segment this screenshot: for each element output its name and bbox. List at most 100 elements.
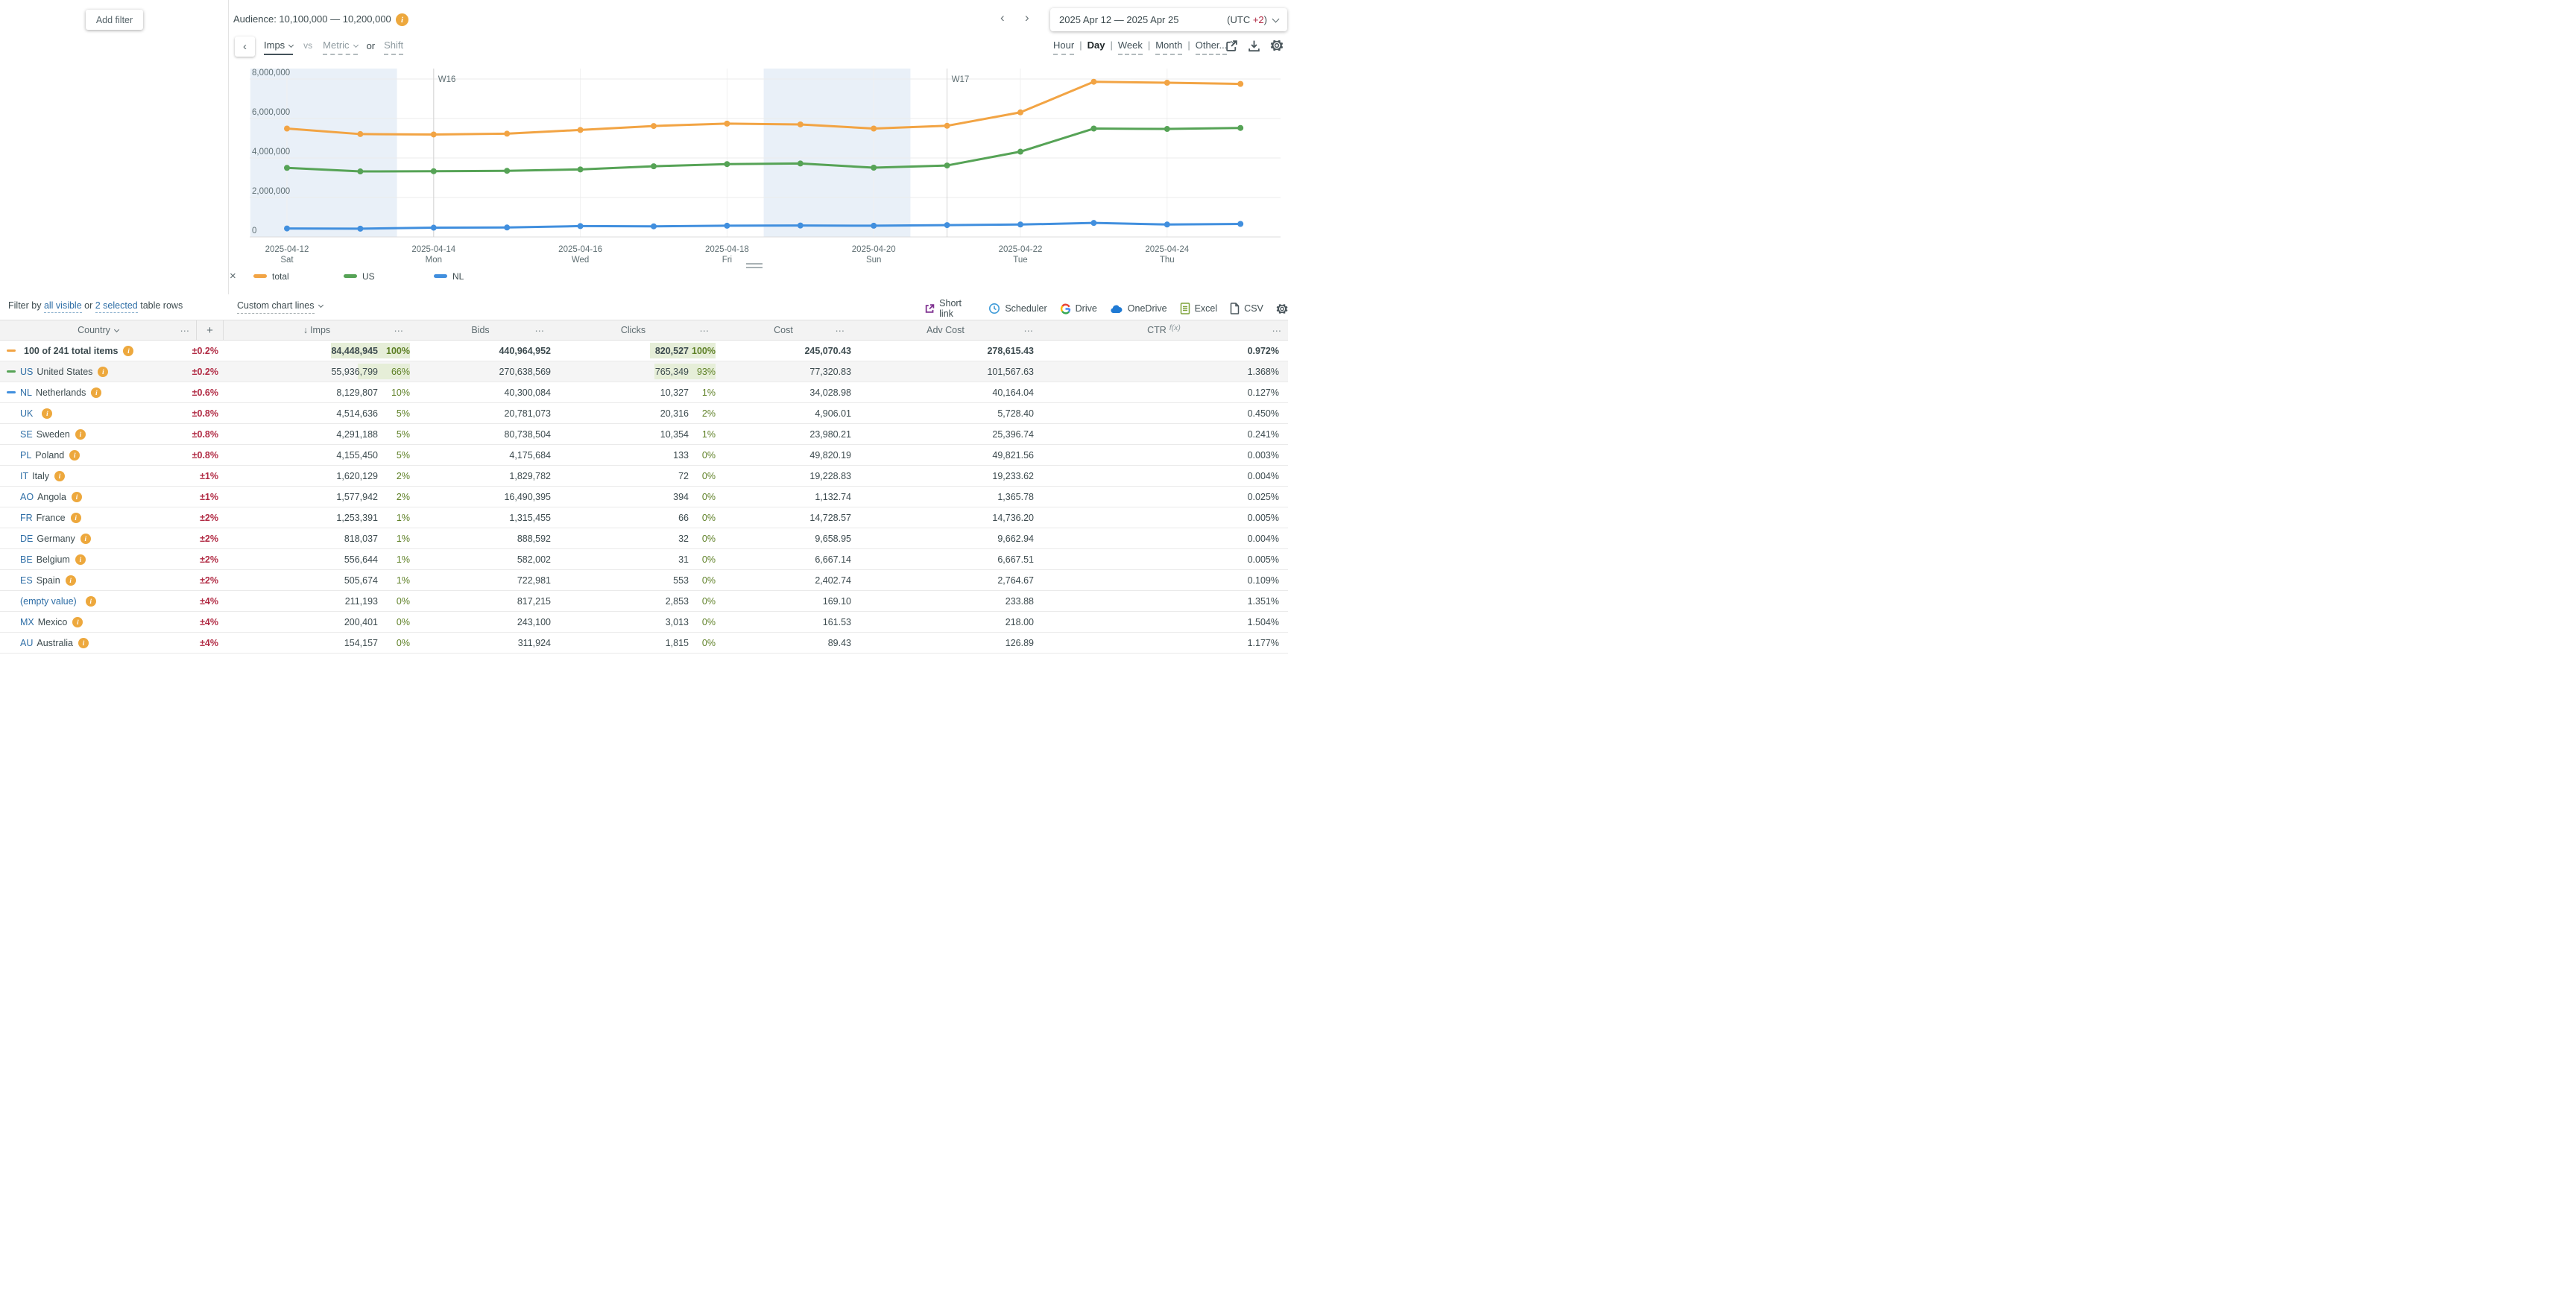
country-code-link[interactable]: MX <box>20 617 34 627</box>
csv-button[interactable]: CSV <box>1230 303 1263 314</box>
country-code-link[interactable]: US <box>20 367 33 377</box>
cost-value: 4,906.01 <box>815 408 851 419</box>
gear-icon[interactable] <box>1270 39 1284 52</box>
table-row[interactable]: US United States i ±0.2% 55,936,79966% 2… <box>0 361 1288 382</box>
open-in-new-icon[interactable] <box>1225 39 1238 52</box>
add-column-button[interactable]: + <box>196 320 224 340</box>
date-prev-button[interactable]: ‹ <box>1000 10 1005 25</box>
svg-text:Sun: Sun <box>866 256 881 265</box>
column-menu-icon[interactable]: ⋯ <box>700 325 710 336</box>
column-header-imps[interactable]: ↓ Imps ⋯ <box>224 320 410 340</box>
table-row[interactable]: AU Australia i ±4% 154,1570% 311,924 1,8… <box>0 633 1288 654</box>
info-icon[interactable]: i <box>98 367 108 377</box>
info-icon[interactable]: i <box>54 471 65 481</box>
filter-selected-link[interactable]: 2 selected <box>95 300 138 313</box>
country-code-link[interactable]: FR <box>20 513 33 523</box>
column-header-bids[interactable]: Bids ⋯ <box>410 320 551 340</box>
table-row[interactable]: NL Netherlands i ±0.6% 8,129,80710% 40,3… <box>0 382 1288 403</box>
country-code-link[interactable]: UK <box>20 408 33 419</box>
info-icon[interactable]: i <box>42 408 52 419</box>
country-code-link[interactable]: AU <box>20 638 33 648</box>
table-row[interactable]: AO Angola i ±1% 1,577,9422% 16,490,395 3… <box>0 487 1288 507</box>
granularity-week[interactable]: Week <box>1118 39 1143 55</box>
info-icon[interactable]: i <box>396 13 408 26</box>
granularity-day[interactable]: Day <box>1087 39 1105 54</box>
imps-value: 556,644 <box>344 554 378 565</box>
info-icon[interactable]: i <box>72 617 83 627</box>
country-code-link[interactable]: ES <box>20 575 33 586</box>
column-menu-icon[interactable]: ⋯ <box>394 325 405 336</box>
close-icon[interactable]: × <box>230 270 247 282</box>
country-code-link[interactable]: IT <box>20 471 28 481</box>
column-header-clicks[interactable]: Clicks ⋯ <box>551 320 716 340</box>
add-filter-button[interactable]: Add filter <box>86 10 143 30</box>
onedrive-button[interactable]: OneDrive <box>1110 303 1167 314</box>
table-row[interactable]: MX Mexico i ±4% 200,4010% 243,100 3,0130… <box>0 612 1288 633</box>
table-row[interactable]: SE Sweden i ±0.8% 4,291,1885% 80,738,504… <box>0 424 1288 445</box>
google-drive-button[interactable]: Drive <box>1060 303 1097 314</box>
table-row[interactable]: 100 of 241 total items i ±0.2% 84,448,94… <box>0 341 1288 361</box>
country-code-link[interactable]: AO <box>20 492 34 502</box>
table-row[interactable]: DE Germany i ±2% 818,0371% 888,592 320% … <box>0 528 1288 549</box>
adv-cost-value: 5,728.40 <box>997 408 1034 419</box>
table-settings-gear-icon[interactable] <box>1276 303 1288 315</box>
info-icon[interactable]: i <box>75 554 86 565</box>
info-icon[interactable]: i <box>123 346 133 356</box>
granularity-month[interactable]: Month <box>1155 39 1182 55</box>
svg-text:W17: W17 <box>952 75 970 84</box>
short-link-button[interactable]: Short link <box>924 298 976 319</box>
column-menu-icon[interactable]: ⋯ <box>535 325 546 336</box>
table-row[interactable]: FR France i ±2% 1,253,3911% 1,315,455 66… <box>0 507 1288 528</box>
column-menu-icon[interactable]: ⋯ <box>1272 325 1283 336</box>
secondary-metric-select[interactable]: Metric <box>323 39 357 55</box>
info-icon[interactable]: i <box>71 513 81 523</box>
granularity-other[interactable]: Other... <box>1196 39 1228 55</box>
country-code-link[interactable]: SE <box>20 429 33 440</box>
table-row[interactable]: IT Italy i ±1% 1,620,1292% 1,829,782 720… <box>0 466 1288 487</box>
chart-resize-handle[interactable] <box>746 263 763 270</box>
table-row[interactable]: BE Belgium i ±2% 556,6441% 582,002 310% … <box>0 549 1288 570</box>
granularity-hour[interactable]: Hour <box>1053 39 1074 55</box>
table-row[interactable]: UK i ±0.8% 4,514,6365% 20,781,073 20,316… <box>0 403 1288 424</box>
custom-chart-lines-select[interactable]: Custom chart lines <box>237 300 323 311</box>
column-menu-icon[interactable]: ⋯ <box>1024 325 1035 336</box>
country-code-link[interactable]: (empty value) <box>20 596 77 607</box>
column-header-adv-cost[interactable]: Adv Cost ⋯ <box>851 320 1040 340</box>
info-icon[interactable]: i <box>69 450 80 461</box>
column-header-ctr[interactable]: CTRf(x) ⋯ <box>1040 320 1288 340</box>
date-next-button[interactable]: › <box>1025 10 1029 25</box>
download-icon[interactable] <box>1248 39 1260 52</box>
table-row[interactable]: PL Poland i ±0.8% 4,155,4505% 4,175,684 … <box>0 445 1288 466</box>
country-code-link[interactable]: BE <box>20 554 33 565</box>
legend-item-NL[interactable]: NL <box>434 271 518 282</box>
date-range-picker[interactable]: 2025 Apr 12 — 2025 Apr 25 (UTC +2) <box>1050 8 1287 31</box>
bids-value: 80,738,504 <box>504 429 551 440</box>
timeseries-chart[interactable]: 02,000,0004,000,0006,000,0008,000,000W16… <box>228 60 1288 265</box>
filter-all-visible-link[interactable]: all visible <box>44 300 82 313</box>
shift-select[interactable]: Shift <box>384 39 403 55</box>
chevron-down-icon <box>318 303 323 308</box>
info-icon[interactable]: i <box>86 596 96 607</box>
country-code-link[interactable]: PL <box>20 450 31 461</box>
info-icon[interactable]: i <box>91 387 101 398</box>
table-row[interactable]: (empty value) i ±4% 211,1930% 817,215 2,… <box>0 591 1288 612</box>
info-icon[interactable]: i <box>80 534 91 544</box>
scheduler-button[interactable]: Scheduler <box>988 303 1046 314</box>
info-icon[interactable]: i <box>78 638 89 648</box>
column-header-cost[interactable]: Cost ⋯ <box>716 320 851 340</box>
legend-item-US[interactable]: US <box>344 271 428 282</box>
primary-metric-select[interactable]: Imps <box>264 39 293 55</box>
legend-item-total[interactable]: total <box>253 271 338 282</box>
chart-back-button[interactable]: ‹ <box>235 37 255 57</box>
info-icon[interactable]: i <box>75 429 86 440</box>
column-menu-icon[interactable]: ⋯ <box>836 325 846 336</box>
excel-button[interactable]: Excel <box>1180 303 1218 314</box>
table-row[interactable]: ES Spain i ±2% 505,6741% 722,981 5530% 2… <box>0 570 1288 591</box>
granularity-switch: Hour|Day|Week|Month|Other... <box>1053 39 1235 55</box>
info-icon[interactable]: i <box>66 575 76 586</box>
column-header-country[interactable]: Country ⋯ <box>0 320 196 340</box>
column-menu-icon[interactable]: ⋯ <box>180 325 191 336</box>
country-code-link[interactable]: NL <box>20 387 32 398</box>
info-icon[interactable]: i <box>72 492 82 502</box>
country-code-link[interactable]: DE <box>20 534 33 544</box>
